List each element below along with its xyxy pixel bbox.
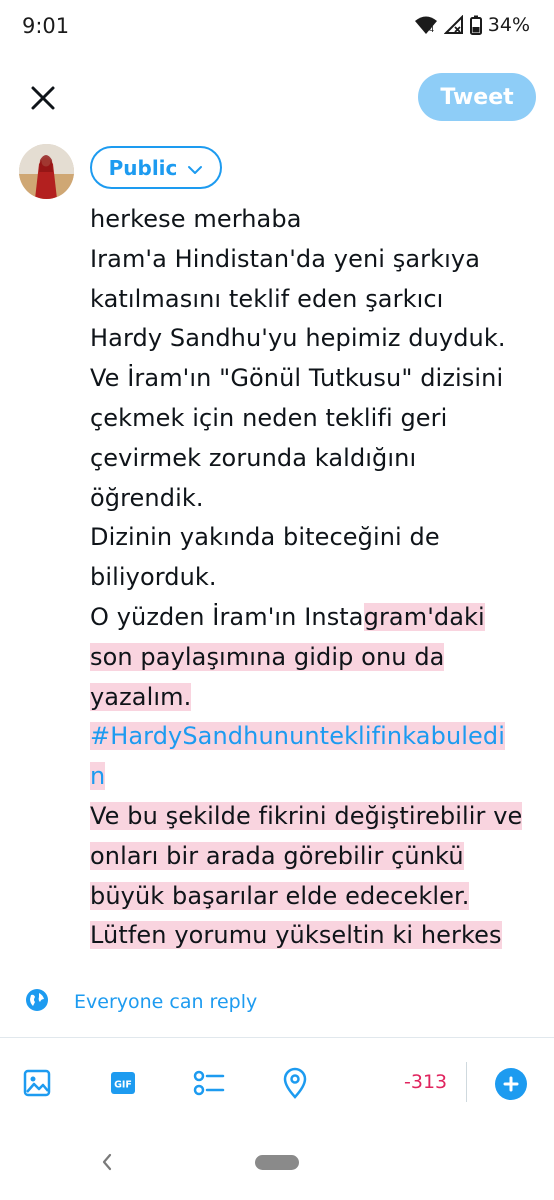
composer-line: Iram'a Hindistan'da yeni şarkıya [90, 244, 481, 273]
svg-text:4: 4 [429, 25, 434, 34]
svg-text:GIF: GIF [114, 1080, 132, 1091]
composer-line: çekmek için neden teklifi geri [90, 403, 448, 432]
cell-signal-icon [443, 15, 464, 35]
tweet-button[interactable]: Tweet [418, 73, 536, 121]
image-icon [23, 1069, 51, 1097]
status-time: 9:01 [22, 14, 70, 38]
add-thread-button[interactable] [495, 1068, 527, 1100]
avatar [19, 144, 74, 199]
chevron-down-icon [187, 156, 203, 180]
composer-line: herkese merhaba [90, 205, 302, 233]
composer-text-over-limit: Ve bu şekilde fikrini değiştirebilir ve [90, 801, 523, 830]
add-gif-button[interactable]: GIF [106, 1066, 140, 1100]
composer-line: Ve bu şekilde fikrini değiştirebilir ve [90, 797, 540, 837]
wifi-icon: 4 [414, 15, 438, 35]
composer-text-over-limit: onları bir arada görebilir çünkü [90, 841, 464, 870]
audience-label: Public [108, 155, 178, 180]
close-icon [31, 86, 55, 110]
reply-settings-label: Everyone can reply [74, 991, 258, 1013]
nav-back-button[interactable] [98, 1151, 116, 1173]
globe-icon [24, 987, 50, 1017]
composer-line: Hardy Sandhu'yu hepimiz duyduk. [90, 324, 506, 353]
composer-line: Ve İram'ın "Gönül Tutkusu" dizisini [90, 364, 504, 393]
status-icons: 4 34% [414, 14, 530, 36]
battery-icon [469, 15, 482, 35]
battery-percentage: 34% [487, 14, 530, 36]
reply-settings[interactable]: Everyone can reply [24, 987, 257, 1017]
divider [0, 1037, 554, 1038]
composer-line: Dizinin yakında biteceğini de [90, 523, 440, 552]
character-counter: -313 [404, 1071, 448, 1093]
composer-line: katılmasını teklif eden şarkıcı [90, 284, 444, 313]
back-chevron-icon [102, 1153, 112, 1171]
composer-text-over-limit: Lütfen yorumu yükseltin ki herkes [90, 921, 502, 950]
poll-icon [193, 1070, 225, 1096]
composer-line: çevirmek zorunda kaldığını [90, 443, 417, 472]
add-location-button[interactable] [278, 1066, 312, 1100]
toolbar-separator [466, 1062, 467, 1102]
composer-text-over-limit: yazalım. [90, 682, 192, 711]
composer-text-within-limit: O yüzden İram'ın Insta [90, 602, 364, 631]
nav-home-pill[interactable] [255, 1155, 299, 1170]
composer-text-over-limit: gram'daki [363, 602, 485, 631]
audience-selector[interactable]: Public [90, 146, 222, 189]
tweet-text-input[interactable]: herkese merhaba Iram'a Hindistan'da yeni… [90, 200, 540, 960]
add-image-button[interactable] [20, 1066, 54, 1100]
composer-line: O yüzden İram'ın Instagram'daki [90, 598, 540, 638]
composer-text-over-limit: büyük başarılar elde edecekler. [90, 881, 470, 910]
composer-line: büyük başarılar elde edecekler. [90, 877, 540, 917]
composer-text-over-limit: son paylaşımına gidip onu da [90, 642, 445, 671]
close-button[interactable] [28, 83, 58, 113]
composer-line: son paylaşımına gidip onu da [90, 638, 540, 678]
composer-line: n [90, 757, 540, 797]
location-pin-icon [283, 1067, 307, 1099]
add-poll-button[interactable] [192, 1066, 226, 1100]
composer-line: öğrendik. [90, 483, 204, 512]
hashtag: n [90, 762, 106, 791]
composer-line: Lütfen yorumu yükseltin ki herkes [90, 916, 540, 956]
composer-line: biliyorduk. [90, 563, 217, 592]
composer-line: yazalım. [90, 678, 540, 718]
composer-line: onları bir arada görebilir çünkü [90, 837, 540, 877]
hashtag: #HardySandhununteklifinkabuledi [90, 722, 505, 751]
gif-icon: GIF [111, 1072, 135, 1094]
plus-icon [503, 1076, 519, 1092]
composer-line: #HardySandhununteklifinkabuledi [90, 717, 540, 757]
